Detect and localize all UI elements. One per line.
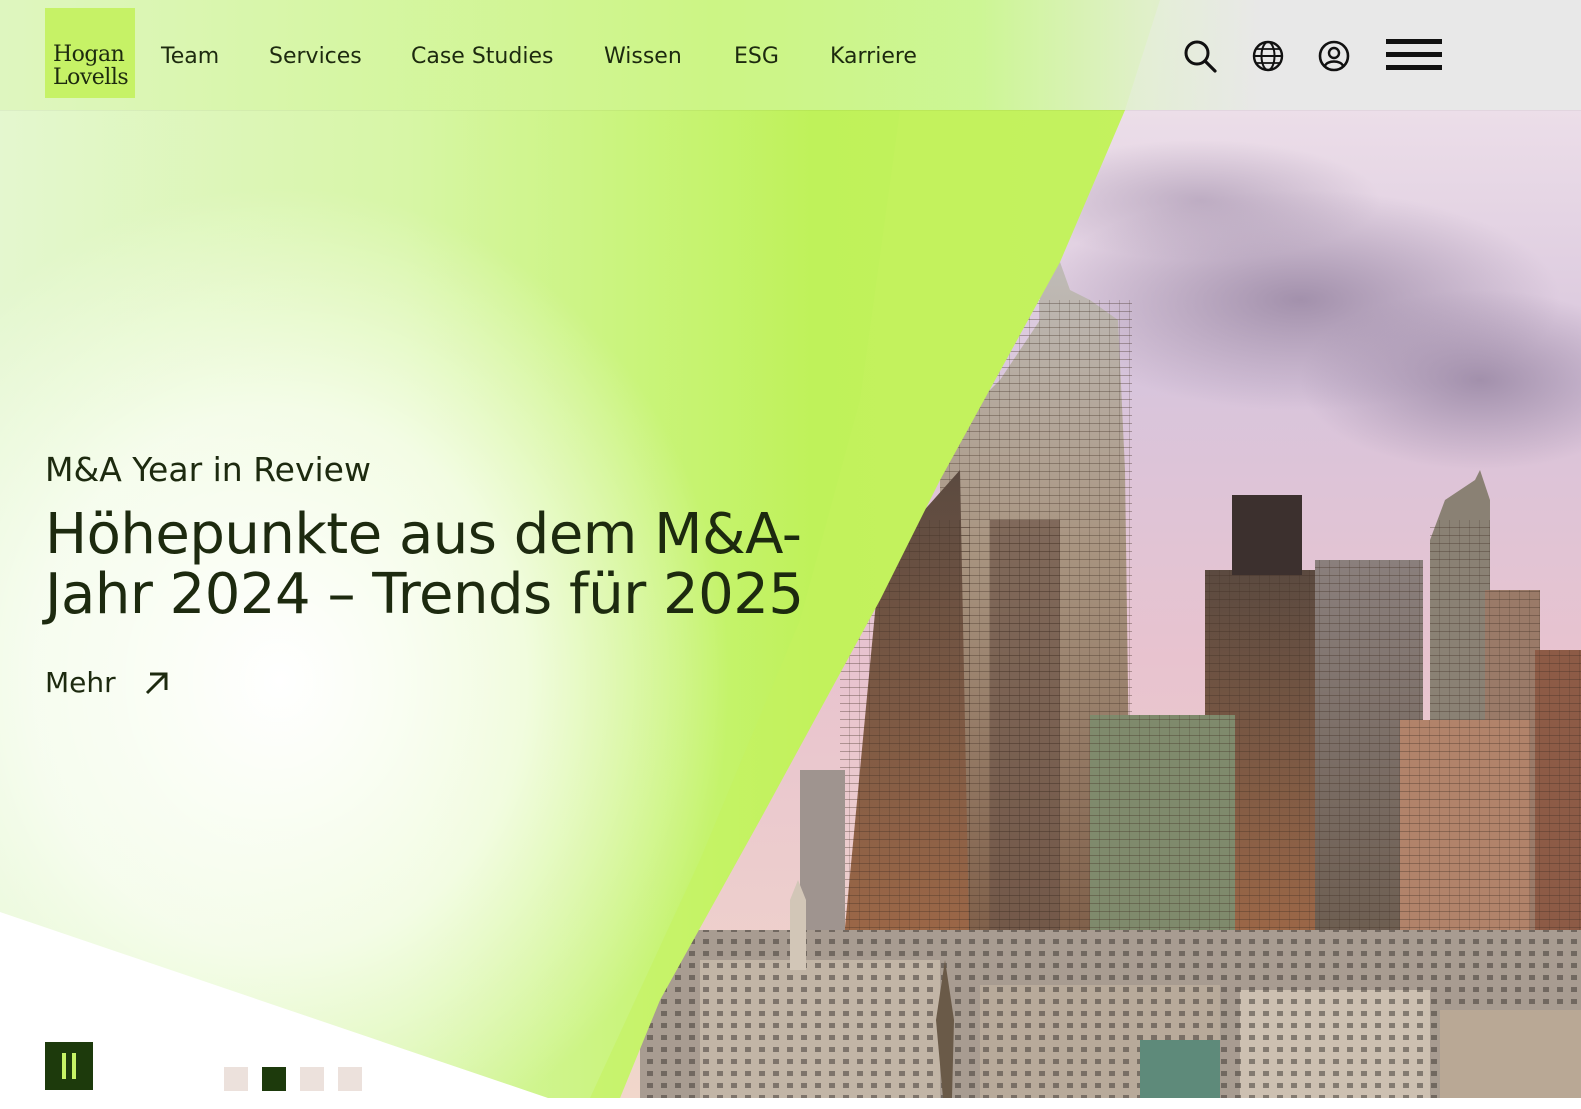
nav-item-esg[interactable]: ESG [734,42,779,72]
carousel-dot-3[interactable] [300,1067,324,1091]
search-icon[interactable] [1180,36,1220,76]
more-label: Mehr [45,666,116,699]
user-icon[interactable] [1314,36,1354,76]
hero-headline: Höhepunkte aus dem M&A-Jahr 2024 – Trend… [45,502,804,627]
nav-item-karriere[interactable]: Karriere [830,42,917,72]
globe-icon[interactable] [1248,36,1288,76]
carousel-dot-1[interactable] [224,1067,248,1091]
pause-icon [59,1053,79,1079]
more-link[interactable]: Mehr [45,665,172,701]
nav-item-team[interactable]: Team [161,42,219,72]
carousel-dot-4[interactable] [338,1067,362,1091]
nav-item-wissen[interactable]: Wissen [604,42,683,72]
page: Hogan Lovells Team Services Case Studies… [0,0,1581,1109]
pause-button[interactable] [45,1042,93,1090]
carousel-indicators [224,1067,376,1091]
logo-line-2: Lovells [53,65,129,90]
brand-logo[interactable]: Hogan Lovells [45,8,135,98]
carousel-dot-2[interactable] [262,1067,286,1091]
logo-line-1: Hogan [53,42,125,67]
menu-icon[interactable] [1386,34,1444,74]
hero-eyebrow: M&A Year in Review [45,450,371,489]
arrow-up-right-icon [142,668,172,698]
site-header: Hogan Lovells Team Services Case Studies… [0,0,1581,110]
nav-item-case-studies[interactable]: Case Studies [411,42,553,72]
nav-item-services[interactable]: Services [269,42,362,72]
main-nav: Team Services Case Studies Wissen ESG Ka… [161,42,917,72]
